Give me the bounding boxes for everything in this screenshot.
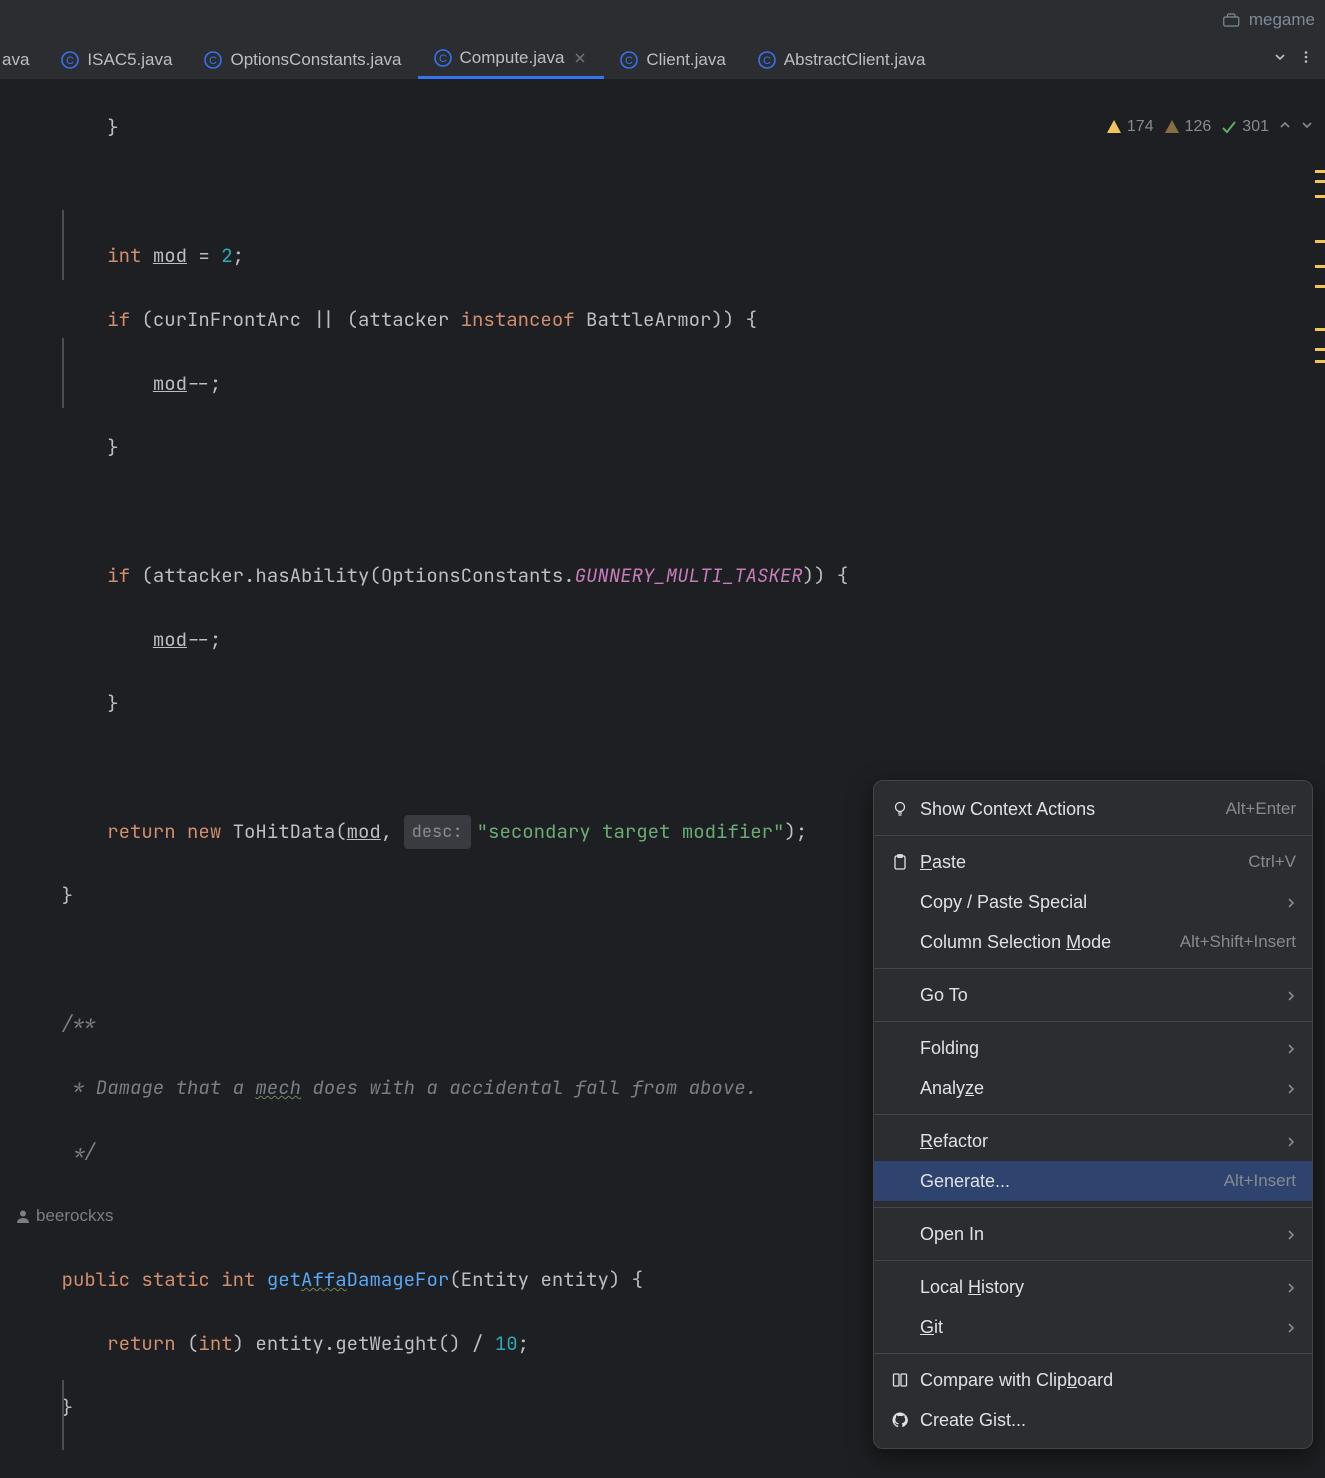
editor-tabs: ava C ISAC5.java C OptionsConstants.java… (0, 40, 1325, 80)
chevron-right-icon (1286, 1038, 1296, 1059)
typo-check-icon (1221, 119, 1237, 135)
github-icon (890, 1410, 910, 1430)
java-class-icon: C (758, 51, 776, 69)
diff-icon (890, 1370, 910, 1390)
indent-guide (62, 210, 64, 280)
chevron-right-icon (1286, 1224, 1296, 1245)
menu-git[interactable]: Git (874, 1307, 1312, 1347)
error-stripe[interactable] (1313, 80, 1325, 1478)
tabs-controls (1273, 40, 1325, 79)
warning-marker[interactable] (1315, 348, 1325, 351)
chevron-up-icon[interactable] (1279, 118, 1291, 136)
menu-separator (874, 1207, 1312, 1208)
inspection-widget[interactable]: 174 126 301 (1106, 118, 1313, 136)
menu-analyze[interactable]: Analyze (874, 1068, 1312, 1108)
typo-count[interactable]: 301 (1221, 118, 1269, 136)
svg-text:C: C (66, 55, 74, 67)
menu-separator (874, 968, 1312, 969)
menu-copy-paste-special[interactable]: Copy / Paste Special (874, 882, 1312, 922)
tab-abstractclient[interactable]: C AbstractClient.java (742, 40, 942, 79)
java-class-icon: C (434, 49, 452, 67)
title-bar: megame (0, 0, 1325, 40)
warning-marker[interactable] (1315, 170, 1325, 173)
warning-marker[interactable] (1315, 360, 1325, 363)
bulb-icon (890, 799, 910, 819)
java-class-icon: C (204, 51, 222, 69)
chevron-right-icon (1286, 892, 1296, 913)
svg-text:C: C (209, 55, 217, 67)
chevron-right-icon (1286, 1078, 1296, 1099)
warnings-count-1[interactable]: 174 (1106, 118, 1154, 136)
tab-compute[interactable]: C Compute.java (418, 40, 605, 79)
warning-marker[interactable] (1315, 328, 1325, 331)
context-menu: Show Context Actions Alt+Enter Paste Ctr… (873, 780, 1313, 1449)
menu-generate[interactable]: Generate... Alt+Insert (874, 1161, 1312, 1201)
menu-refactor[interactable]: Refactor (874, 1121, 1312, 1161)
menu-folding[interactable]: Folding (874, 1028, 1312, 1068)
menu-open-in[interactable]: Open In (874, 1214, 1312, 1254)
java-class-icon: C (620, 51, 638, 69)
tab-optionsconstants[interactable]: C OptionsConstants.java (188, 40, 417, 79)
menu-create-gist[interactable]: Create Gist... (874, 1400, 1312, 1440)
warning-icon (1106, 119, 1122, 135)
warnings-count-2[interactable]: 126 (1164, 118, 1212, 136)
chevron-down-icon[interactable] (1273, 50, 1287, 69)
indent-guide (62, 1380, 64, 1450)
warning-marker[interactable] (1315, 180, 1325, 183)
menu-local-history[interactable]: Local History (874, 1267, 1312, 1307)
tab-partial[interactable]: ava (0, 40, 45, 79)
chevron-down-icon[interactable] (1301, 118, 1313, 136)
java-class-icon: C (61, 51, 79, 69)
tab-client[interactable]: C Client.java (604, 40, 741, 79)
warning-marker[interactable] (1315, 265, 1325, 268)
chevron-right-icon (1286, 1317, 1296, 1338)
menu-go-to[interactable]: Go To (874, 975, 1312, 1015)
menu-separator (874, 1260, 1312, 1261)
menu-separator (874, 1021, 1312, 1022)
chevron-right-icon (1286, 985, 1296, 1006)
menu-separator (874, 835, 1312, 836)
menu-paste[interactable]: Paste Ctrl+V (874, 842, 1312, 882)
menu-separator (874, 1114, 1312, 1115)
chevron-right-icon (1286, 1131, 1296, 1152)
svg-text:C: C (763, 55, 771, 67)
warning-icon (1164, 119, 1180, 135)
tab-isac5[interactable]: C ISAC5.java (45, 40, 188, 79)
clipboard-icon (890, 852, 910, 872)
warning-marker[interactable] (1315, 195, 1325, 198)
svg-text:C: C (625, 55, 633, 67)
menu-show-context-actions[interactable]: Show Context Actions Alt+Enter (874, 789, 1312, 829)
svg-text:C: C (439, 53, 447, 65)
menu-compare-clipboard[interactable]: Compare with Clipboard (874, 1360, 1312, 1400)
project-name: megame (1249, 10, 1315, 30)
user-icon (16, 1209, 30, 1223)
project-icon (1223, 13, 1241, 27)
menu-separator (874, 1353, 1312, 1354)
more-vertical-icon[interactable] (1299, 50, 1313, 69)
close-icon[interactable] (572, 50, 588, 66)
warning-marker[interactable] (1315, 240, 1325, 243)
param-hint: desc: (404, 815, 471, 849)
chevron-right-icon (1286, 1277, 1296, 1298)
warning-marker[interactable] (1315, 285, 1325, 288)
indent-guide (62, 338, 64, 408)
menu-column-selection-mode[interactable]: Column Selection Mode Alt+Shift+Insert (874, 922, 1312, 962)
